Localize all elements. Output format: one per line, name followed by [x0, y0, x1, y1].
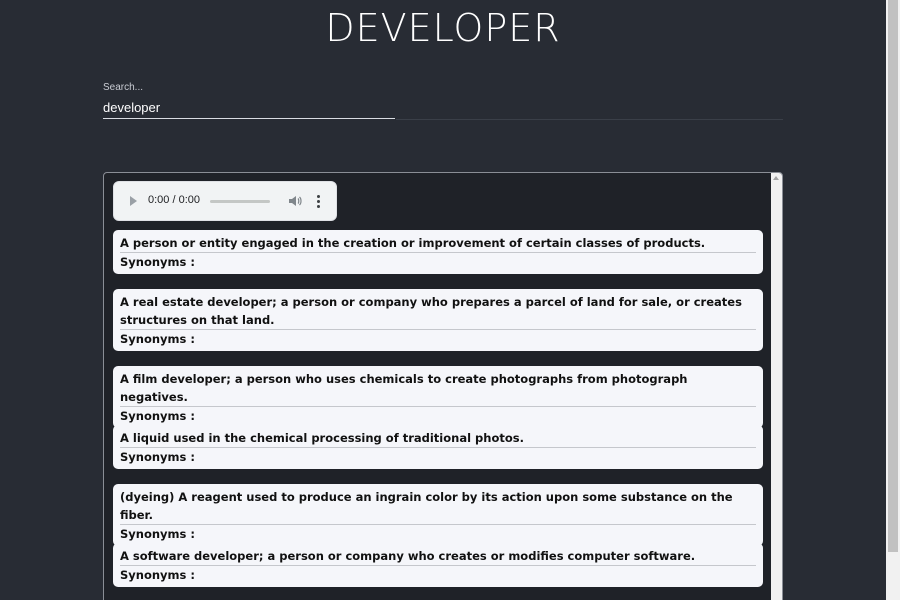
results-panel[interactable]: 0:00 / 0:00 A person or entity engaged i…	[103, 172, 783, 600]
synonyms-label: Synonyms :	[120, 332, 195, 346]
app-page: DEVELOPER Search... 0:00 / 0:00 A person…	[0, 0, 900, 600]
search-label: Search...	[103, 82, 144, 93]
scroll-up-arrow-icon[interactable]	[773, 176, 779, 180]
search-input[interactable]	[103, 96, 395, 119]
more-options-icon[interactable]	[317, 195, 320, 209]
page-title: DEVELOPER	[325, 6, 561, 50]
definition-text: A software developer; a person or compan…	[120, 547, 756, 566]
definition-card: (dyeing) A reagent used to produce an in…	[113, 484, 763, 546]
definition-text: (dyeing) A reagent used to produce an in…	[120, 488, 756, 525]
search-field: Search...	[103, 82, 783, 122]
definition-card: A person or entity engaged in the creati…	[113, 230, 763, 274]
synonyms-label: Synonyms :	[120, 255, 195, 269]
results-scrollbar[interactable]	[771, 173, 782, 600]
synonyms-label: Synonyms :	[120, 450, 195, 464]
definition-card: A real estate developer; a person or com…	[113, 289, 763, 351]
definition-card: A software developer; a person or compan…	[113, 543, 763, 587]
audio-time: 0:00 / 0:00	[148, 194, 200, 206]
definition-card: A liquid used in the chemical processing…	[113, 425, 763, 469]
definition-text: A liquid used in the chemical processing…	[120, 429, 756, 448]
definition-card: A film developer; a person who uses chem…	[113, 366, 763, 428]
page-scrollbar[interactable]	[886, 0, 900, 600]
synonyms-label: Synonyms :	[120, 568, 195, 582]
audio-progress-bar[interactable]	[210, 200, 270, 203]
play-icon[interactable]	[130, 196, 137, 206]
synonyms-label: Synonyms :	[120, 527, 195, 541]
definition-text: A person or entity engaged in the creati…	[120, 234, 756, 253]
synonyms-label: Synonyms :	[120, 409, 195, 423]
search-divider	[396, 119, 783, 120]
definition-text: A real estate developer; a person or com…	[120, 293, 756, 330]
definition-text: A film developer; a person who uses chem…	[120, 370, 756, 407]
page-scrollbar-thumb[interactable]	[888, 0, 898, 552]
volume-icon[interactable]	[288, 194, 302, 211]
audio-player[interactable]: 0:00 / 0:00	[113, 181, 337, 221]
